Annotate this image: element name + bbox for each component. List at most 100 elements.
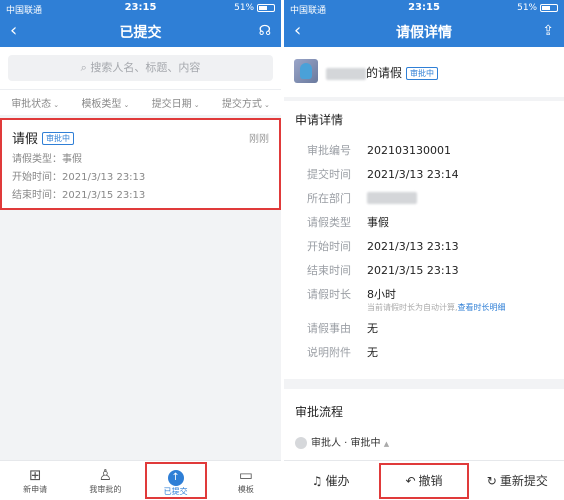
field-label: 请假事由 [307, 322, 351, 335]
card-start-time: 开始时间：2021/3/13 23:13 [12, 172, 146, 183]
chevron-up-icon: ▲ [383, 440, 390, 448]
field-value: 事假 [367, 216, 389, 229]
field-department: 所在部门 [295, 186, 553, 210]
status-bar: 中国联通 23:15 51% [284, 0, 564, 16]
field-end-time: 结束时间 2021/3/15 23:13 [295, 258, 553, 282]
card-time: 刚刚 [249, 134, 269, 145]
avatar [294, 59, 318, 83]
undo-icon: ↶ [405, 473, 416, 488]
field-submit-time: 提交时间 2021/3/13 23:14 [295, 162, 553, 186]
revoke-button[interactable]: ↶ 撤销 [377, 461, 470, 500]
resubmit-button[interactable]: ↻ 重新提交 [471, 461, 564, 500]
approval-flow: 审批流程 审批人 · 审批中 ▲ [284, 389, 564, 460]
flow-title: 审批流程 [295, 405, 344, 419]
status-badge: 审批中 [406, 67, 439, 80]
nav-bar: 中国联通 23:15 51% ‹ 请假详情 ⇪ [284, 0, 564, 47]
duration-details-link[interactable]: 查看时长明细 [458, 303, 506, 312]
tab-label: 新申请 [23, 485, 48, 494]
field-label: 结束时间 [307, 264, 351, 277]
battery-icon [257, 3, 275, 12]
person-icon [295, 437, 307, 449]
field-label: 请假类型 [307, 216, 351, 229]
new-request-icon: ⊞ [28, 466, 42, 484]
search-placeholder: 搜索人名、标题、内容 [90, 61, 201, 74]
duration-note: 当前请假时长为自动计算,查看时长明细 [367, 302, 553, 316]
headset-icon[interactable]: ☊ [259, 23, 271, 39]
field-label: 开始时间 [307, 240, 351, 253]
remind-label: 催办 [325, 473, 350, 488]
chevron-down-icon: ⌄ [263, 101, 270, 109]
search-icon: ⌕ [80, 61, 87, 74]
redacted-department [367, 192, 417, 204]
refresh-icon: ↻ [486, 473, 497, 488]
tab-new-request[interactable]: ⊞ 新申请 [0, 461, 70, 500]
field-value: 无 [367, 322, 378, 335]
field-label: 请假时长 [307, 288, 351, 301]
revoke-label: 撤销 [418, 473, 443, 488]
field-value: 2021/3/15 23:13 [367, 263, 459, 277]
filter-label: 提交方式 [221, 99, 262, 110]
field-approval-number: 审批编号 202103130001 [295, 138, 553, 162]
request-name-suffix: 的请假 [366, 66, 403, 80]
field-value: 8小时 [367, 288, 396, 301]
filter-submit-date[interactable]: 提交日期 ⌄ [152, 95, 200, 110]
application-details: 申请详情 审批编号 202103130001 提交时间 2021/3/13 23:1… [284, 101, 564, 379]
approver-row[interactable]: 审批人 · 审批中 ▲ [295, 434, 553, 449]
field-value: 无 [367, 346, 378, 359]
battery-icon [540, 3, 558, 12]
field-value: 202103130001 [367, 143, 451, 157]
battery-indicator: 51% [234, 3, 275, 13]
filter-label: 审批状态 [11, 99, 52, 110]
chevron-down-icon: ⌄ [53, 101, 60, 109]
request-card[interactable]: 请假 审批中 刚刚 请假类型：事假 开始时间：2021/3/13 23:13 结束… [0, 118, 281, 210]
filter-label: 模板类型 [81, 99, 122, 110]
bell-icon: ♫ [311, 473, 323, 488]
field-reason: 请假事由 无 [295, 316, 553, 340]
battery-indicator: 51% [517, 3, 558, 13]
field-label: 审批编号 [307, 144, 351, 157]
filter-label: 提交日期 [151, 99, 192, 110]
field-label: 说明附件 [307, 346, 351, 359]
field-start-time: 开始时间 2021/3/13 23:13 [295, 234, 553, 258]
battery-percent: 51% [234, 3, 255, 13]
filter-submit-method[interactable]: 提交方式 ⌄ [222, 95, 270, 110]
applicant-header: 的请假 审批中 [284, 47, 564, 97]
search-input[interactable]: ⌕ 搜索人名、标题、内容 [8, 55, 273, 81]
card-end-time: 结束时间：2021/3/15 23:13 [12, 190, 146, 201]
tab-bar: ⊞ 新申请 ♙ 我审批的 ↑ 已提交 ▭ 模板 [0, 460, 281, 500]
request-name: 的请假 审批中 [326, 64, 439, 81]
tab-templates[interactable]: ▭ 模板 [211, 461, 281, 500]
filter-status[interactable]: 审批状态 ⌄ [11, 95, 59, 110]
search-bar: ⌕ 搜索人名、标题、内容 [0, 47, 281, 89]
status-badge: 审批中 [42, 132, 75, 145]
page-title: 请假详情 [396, 25, 452, 41]
stamp-icon: ♙ [98, 466, 113, 484]
action-bar: ♫ 催办 ↶ 撤销 ↻ 重新提交 [284, 460, 564, 500]
share-icon[interactable]: ⇪ [542, 23, 554, 39]
nav-bar: 中国联通 23:15 51% ‹ 已提交 ☊ [0, 0, 281, 47]
field-label: 提交时间 [307, 168, 351, 181]
template-icon: ▭ [238, 466, 253, 484]
resubmit-label: 重新提交 [499, 473, 548, 488]
filter-template-type[interactable]: 模板类型 ⌄ [81, 95, 129, 110]
card-title: 请假 [12, 132, 39, 147]
redacted-name [326, 67, 366, 80]
tab-my-approvals[interactable]: ♙ 我审批的 [70, 461, 140, 500]
duration-note-text: 当前请假时长为自动计算, [367, 303, 458, 312]
tab-label: 我审批的 [89, 485, 122, 494]
tab-label: 模板 [237, 485, 254, 494]
approver-label: 审批人 · 审批中 [311, 438, 381, 449]
remind-button[interactable]: ♫ 催办 [284, 461, 377, 500]
field-value: 2021/3/13 23:13 [367, 239, 459, 253]
field-attachments: 说明附件 无 [295, 340, 553, 364]
field-value: 2021/3/13 23:14 [367, 167, 459, 181]
battery-percent: 51% [517, 3, 538, 13]
leave-detail-screen: 中国联通 23:15 51% ‹ 请假详情 ⇪ 的请假 审批中 申请详情 审批编号… [284, 0, 564, 500]
tab-submitted[interactable]: ↑ 已提交 [141, 461, 211, 500]
field-leave-type: 请假类型 事假 [295, 210, 553, 234]
card-leave-type: 请假类型：事假 [12, 154, 82, 165]
status-bar: 中国联通 23:15 51% [0, 0, 281, 16]
page-title: 已提交 [119, 25, 162, 41]
chevron-down-icon: ⌄ [123, 101, 130, 109]
chevron-down-icon: ⌄ [193, 101, 200, 109]
